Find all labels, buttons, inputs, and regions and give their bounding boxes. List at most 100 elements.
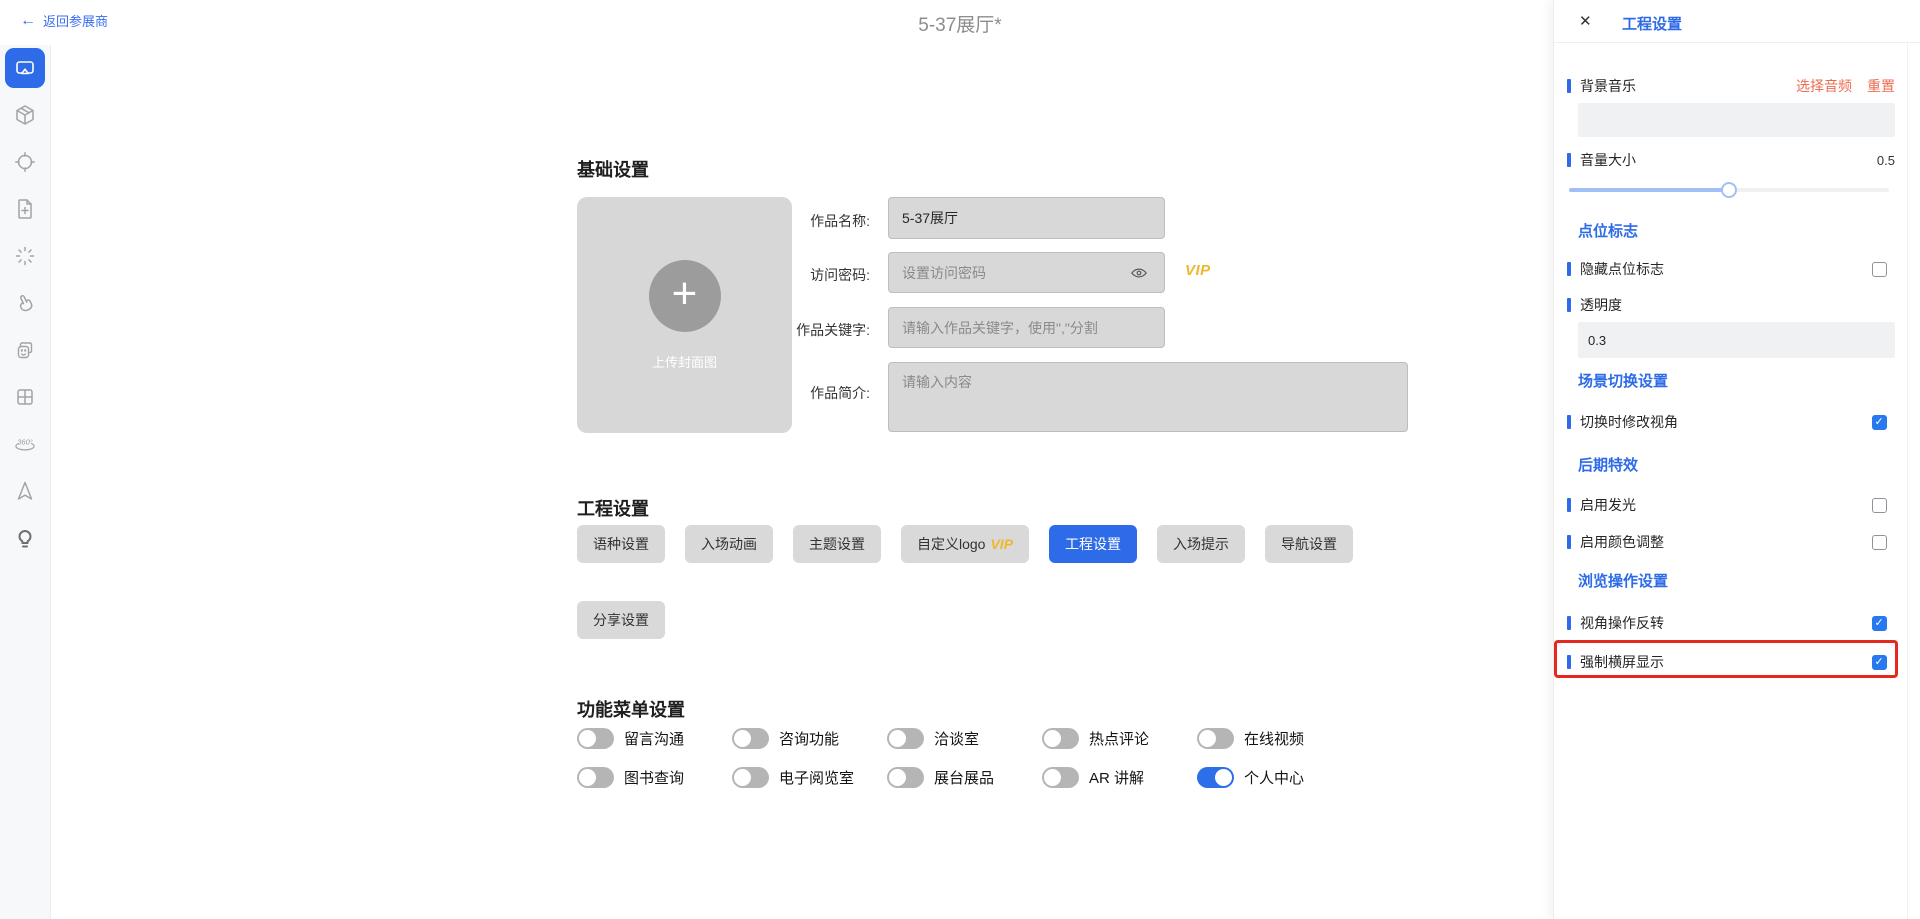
toggle-switch[interactable] [1197, 728, 1234, 749]
button-custom-logo[interactable]: 自定义logoVIP [901, 525, 1029, 563]
toggle-switch[interactable] [577, 767, 614, 788]
invert-view-label: 视角操作反转 [1580, 613, 1664, 633]
project-settings-title: 工程设置 [577, 495, 649, 521]
blue-bar [1567, 79, 1571, 93]
blue-bar [1567, 498, 1571, 512]
sidebar-item-screen-cast[interactable] [5, 48, 45, 88]
modify-view-row: 切换时修改视角 [1567, 412, 1896, 432]
toggle-switch[interactable] [887, 728, 924, 749]
sidebar-item-grid[interactable] [5, 377, 45, 417]
button-share-settings[interactable]: 分享设置 [577, 601, 665, 639]
name-label: 作品名称: [700, 211, 870, 231]
svg-text:360°: 360° [17, 438, 33, 447]
menu-settings-title: 功能菜单设置 [577, 696, 685, 722]
bgm-file-box[interactable] [1578, 103, 1895, 137]
toggle-item-booth-exhibits: 展台展品 [887, 767, 1042, 788]
button-label: 主题设置 [809, 534, 865, 554]
force-landscape-label: 强制横屏显示 [1580, 652, 1664, 672]
toggle-switch[interactable] [732, 728, 769, 749]
eye-icon[interactable] [1130, 264, 1148, 282]
volume-slider[interactable] [1569, 182, 1889, 198]
file-add-icon [13, 197, 37, 221]
sidebar-item-masks[interactable] [5, 330, 45, 370]
rotate-360-icon: 360° [12, 432, 38, 456]
toggle-knob [1044, 769, 1061, 786]
glow-label: 启用发光 [1580, 495, 1636, 515]
project-buttons-row-2: 分享设置 [577, 601, 665, 639]
toggle-switch[interactable] [1042, 728, 1079, 749]
keywords-input[interactable] [888, 307, 1165, 348]
slider-handle[interactable] [1721, 182, 1737, 198]
browse-settings-heading: 浏览操作设置 [1578, 570, 1668, 591]
toggle-row-2: 图书查询 电子阅览室 展台展品 AR 讲解 个人中心 [577, 767, 1352, 788]
hide-marker-checkbox[interactable] [1872, 262, 1887, 277]
keywords-label: 作品关键字: [700, 320, 870, 340]
panel-scrollbar[interactable] [1907, 43, 1908, 919]
button-label: 入场提示 [1173, 534, 1229, 554]
intro-label: 作品简介: [700, 383, 870, 403]
button-label: 分享设置 [593, 610, 649, 630]
opacity-label: 透明度 [1580, 295, 1622, 315]
button-entry-animation[interactable]: 入场动画 [685, 525, 773, 563]
password-input[interactable] [888, 252, 1165, 293]
intro-textarea[interactable] [888, 362, 1408, 432]
glow-checkbox[interactable] [1872, 498, 1887, 513]
toggle-knob [579, 730, 596, 747]
toggle-switch[interactable] [1042, 767, 1079, 788]
button-project-settings[interactable]: 工程设置 [1049, 525, 1137, 563]
hide-marker-label: 隐藏点位标志 [1580, 259, 1664, 279]
sidebar-item-file-add[interactable] [5, 189, 45, 229]
button-theme-settings[interactable]: 主题设置 [793, 525, 881, 563]
color-adjust-row: 启用颜色调整 [1567, 532, 1896, 552]
blue-bar [1567, 535, 1571, 549]
upload-label: 上传封面图 [577, 352, 792, 371]
sidebar-item-rotate-360[interactable]: 360° [5, 424, 45, 464]
color-adjust-checkbox[interactable] [1872, 535, 1887, 550]
force-landscape-row: 强制横屏显示 [1567, 652, 1896, 672]
reset-audio-link[interactable]: 重置 [1867, 76, 1895, 96]
sidebar-item-nav-arrow[interactable] [5, 471, 45, 511]
toggle-knob [1215, 769, 1232, 786]
blue-bar [1567, 655, 1571, 669]
toggle-knob [889, 730, 906, 747]
toggle-knob [734, 730, 751, 747]
button-entry-tips[interactable]: 入场提示 [1157, 525, 1245, 563]
close-icon[interactable]: ✕ [1579, 12, 1592, 30]
toggle-label: 电子阅览室 [779, 767, 854, 788]
crosshair-icon [13, 150, 37, 174]
invert-view-checkbox[interactable] [1872, 616, 1887, 631]
sidebar-item-cube-3d[interactable] [5, 95, 45, 135]
force-landscape-checkbox[interactable] [1872, 655, 1887, 670]
invert-view-row: 视角操作反转 [1567, 613, 1896, 633]
toggle-label: 热点评论 [1089, 728, 1149, 749]
sidebar-item-crosshair[interactable] [5, 142, 45, 182]
toggle-label: 图书查询 [624, 767, 684, 788]
toggle-switch[interactable] [1197, 767, 1234, 788]
button-navigation-settings[interactable]: 导航设置 [1265, 525, 1353, 563]
vip-badge: VIP [1185, 262, 1211, 279]
button-label: 入场动画 [701, 534, 757, 554]
button-language-settings[interactable]: 语种设置 [577, 525, 665, 563]
select-audio-link[interactable]: 选择音频 [1796, 76, 1852, 96]
nav-arrow-icon [13, 479, 37, 503]
sidebar-item-burst-loading[interactable] [5, 236, 45, 276]
masks-icon [13, 338, 37, 362]
sidebar-item-lightbulb[interactable] [5, 518, 45, 558]
name-input[interactable] [888, 197, 1165, 239]
toggle-switch[interactable] [732, 767, 769, 788]
screen-cast-icon [13, 56, 37, 80]
sidebar-item-hand-click[interactable] [5, 283, 45, 323]
hand-click-icon [13, 291, 37, 315]
toggle-item-message: 留言沟通 [577, 728, 732, 749]
toggle-switch[interactable] [887, 767, 924, 788]
opacity-input[interactable] [1578, 322, 1895, 358]
toggle-knob [734, 769, 751, 786]
tool-sidebar: 360° [0, 45, 51, 919]
hide-marker-row: 隐藏点位标志 [1567, 259, 1896, 279]
toggle-knob [1044, 730, 1061, 747]
toggle-label: 在线视频 [1244, 728, 1304, 749]
toggle-switch[interactable] [577, 728, 614, 749]
toggle-item-meeting-room: 洽谈室 [887, 728, 1042, 749]
modify-view-checkbox[interactable] [1872, 415, 1887, 430]
toggle-knob [1199, 730, 1216, 747]
